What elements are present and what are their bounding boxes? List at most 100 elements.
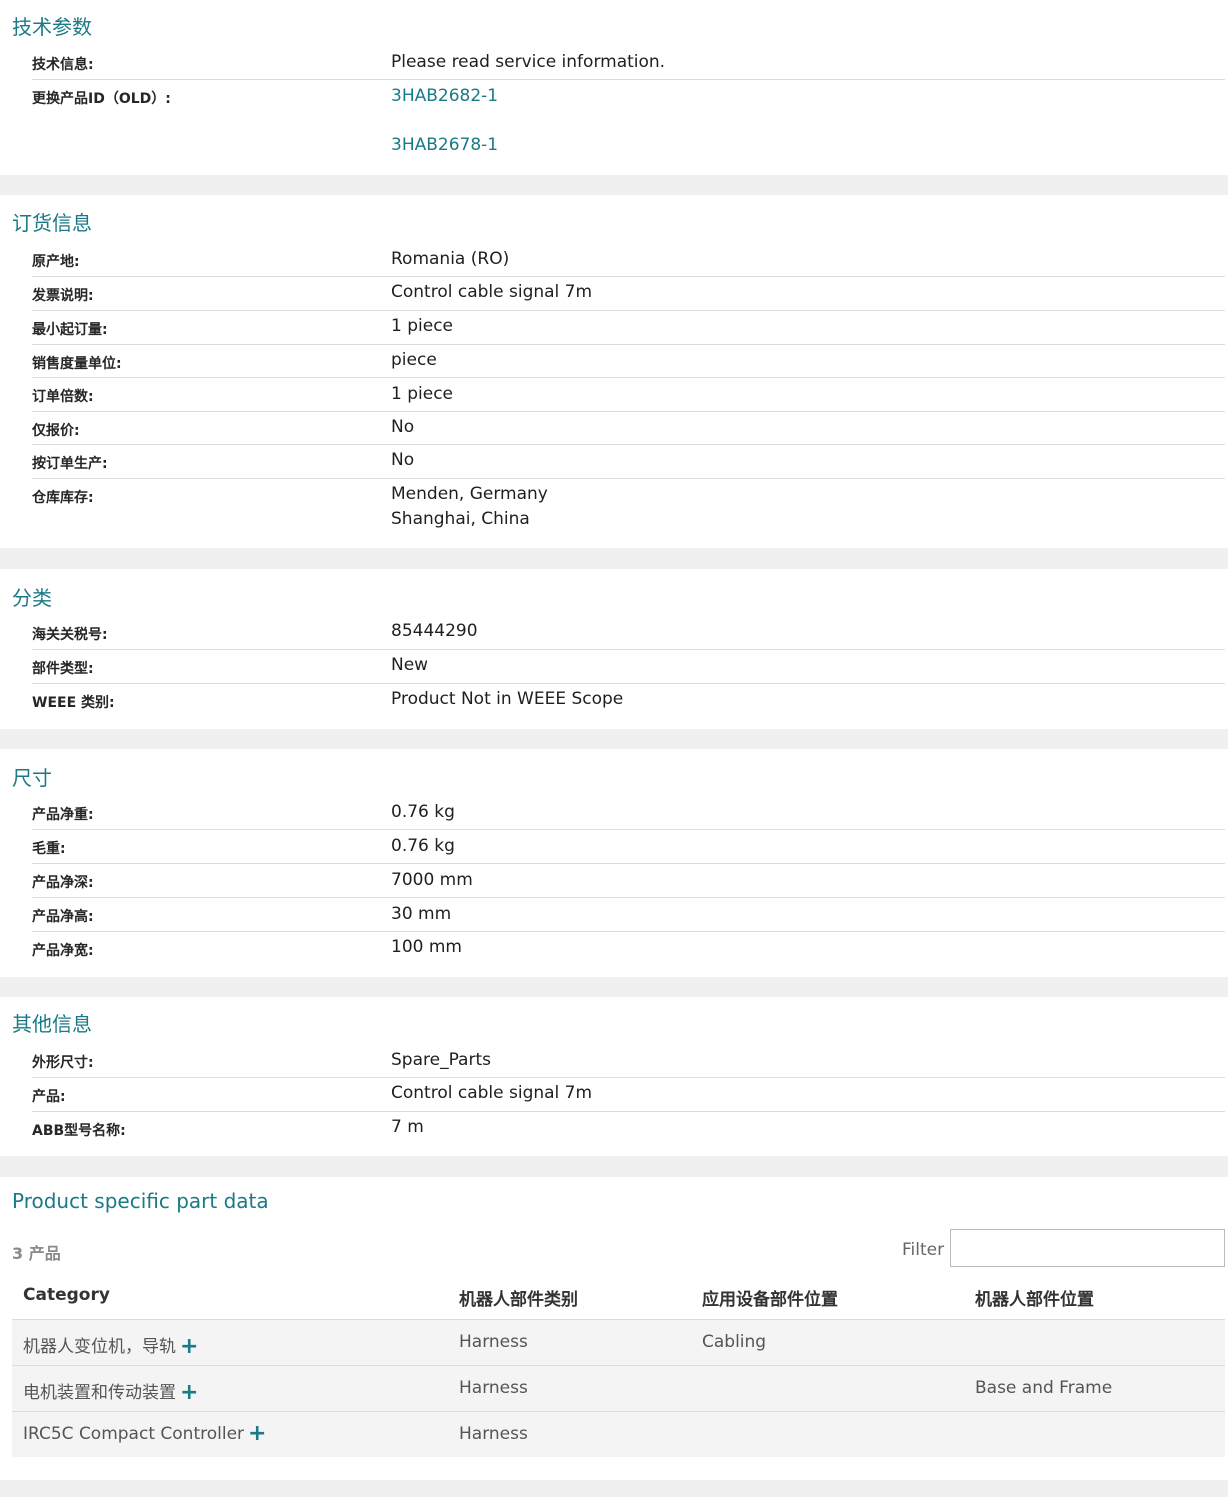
replacement-product-link[interactable]: 3HAB2678-1 (391, 133, 498, 157)
spec-row: 最小起订量: 1 piece (32, 311, 1225, 345)
spec-row: 仓库库存: Menden, Germany Shanghai, China (32, 479, 1225, 539)
category-text: 电机装置和传动装置 (23, 1383, 176, 1403)
spec-row: ABB型号名称: 7 m (32, 1112, 1225, 1146)
category-cell: 电机装置和传动装置 + (23, 1378, 198, 1404)
spec-label: 外形尺寸: (32, 1055, 94, 1071)
section-title: Product specific part data (12, 1189, 269, 1213)
filter-label: Filter (902, 1240, 945, 1260)
table-cell: Harness (459, 1378, 528, 1398)
spec-value: No (391, 450, 415, 470)
spec-row: 发票说明: Control cable signal 7m (32, 277, 1225, 311)
column-header-robot-part-category[interactable]: 机器人部件类别 (459, 1285, 578, 1310)
tech-section: 技术参数 技术信息: Please read service informati… (0, 0, 1228, 175)
spec-row: 海关关税号: 85444290 (32, 616, 1225, 650)
spec-value: Control cable signal 7m (391, 282, 593, 302)
spec-label: 部件类型: (32, 661, 94, 677)
spec-row: 技术信息: Please read service information. (32, 46, 1225, 80)
spec-row: 产品净重: 0.76 kg (32, 796, 1225, 830)
table-row: 电机装置和传动装置 + Harness Base and Frame (12, 1365, 1225, 1411)
spec-label: 仅报价: (32, 423, 80, 439)
spec-label: 产品净重: (32, 807, 94, 823)
spec-value: Control cable signal 7m (391, 1083, 593, 1103)
spec-value: New (391, 655, 429, 675)
spec-label: 海关关税号: (32, 627, 108, 643)
plus-icon[interactable]: + (248, 1423, 266, 1445)
table-cell: Harness (459, 1424, 528, 1444)
category-text: 机器人变位机，导轨 (23, 1337, 176, 1357)
spec-row: 原产地: Romania (RO) (32, 243, 1225, 277)
spec-label: 产品净深: (32, 875, 94, 891)
plus-icon[interactable]: + (180, 1336, 198, 1358)
spec-value: 100 mm (391, 937, 462, 957)
warehouse-value: Shanghai, China (391, 509, 530, 529)
spec-row: 毛重: 0.76 kg (32, 830, 1225, 864)
spec-row: 产品净深: 7000 mm (32, 864, 1225, 898)
section-title: 分类 (12, 586, 52, 610)
spec-value: No (391, 417, 415, 437)
spec-value: Product Not in WEEE Scope (391, 689, 624, 709)
classification-section: 分类 海关关税号: 85444290 部件类型: New WEEE 类别: Pr… (0, 569, 1228, 729)
spec-value: Please read service information. (391, 52, 666, 72)
section-title: 其他信息 (12, 1012, 92, 1036)
column-header-category[interactable]: Category (23, 1285, 110, 1305)
plus-icon[interactable]: + (180, 1382, 198, 1404)
spec-row: 产品净宽: 100 mm (32, 932, 1225, 966)
replacement-product-link[interactable]: 3HAB2682-1 (391, 84, 498, 108)
spec-label: 产品: (32, 1089, 66, 1105)
spec-label: 订单倍数: (32, 389, 94, 405)
table-cell: Harness (459, 1332, 528, 1352)
spec-label: 仓库库存: (32, 490, 94, 506)
filter-input[interactable] (950, 1229, 1225, 1267)
spec-row: 产品: Control cable signal 7m (32, 1078, 1225, 1112)
category-text: IRC5C Compact Controller (23, 1424, 245, 1444)
product-count: 3 产品 (12, 1244, 61, 1263)
spec-value: 1 piece (391, 384, 453, 404)
section-title: 订货信息 (12, 211, 92, 235)
category-cell: 机器人变位机，导轨 + (23, 1332, 198, 1358)
table-row: IRC5C Compact Controller + Harness (12, 1411, 1225, 1457)
spec-label: 技术信息: (32, 57, 94, 73)
table-header: Category 机器人部件类别 应用设备部件位置 机器人部件位置 (12, 1273, 1225, 1321)
spec-label: 最小起订量: (32, 322, 108, 338)
spec-value: 0.76 kg (391, 802, 455, 822)
warehouse-value: Menden, Germany (391, 484, 548, 504)
spec-label: WEEE 类别: (32, 695, 115, 711)
table-cell: Base and Frame (975, 1378, 1113, 1398)
spec-value: 0.76 kg (391, 836, 455, 856)
spec-row: WEEE 类别: Product Not in WEEE Scope (32, 684, 1225, 718)
spec-value: 85444290 (391, 621, 478, 641)
spec-label: 发票说明: (32, 288, 94, 304)
table-row: 机器人变位机，导轨 + Harness Cabling (12, 1319, 1225, 1365)
spec-value: 7000 mm (391, 870, 473, 890)
spec-label: 毛重: (32, 841, 66, 857)
other-info-section: 其他信息 外形尺寸: Spare_Parts 产品: Control cable… (0, 997, 1228, 1156)
column-header-robot-part-location[interactable]: 机器人部件位置 (975, 1285, 1094, 1310)
spec-row: 销售度量单位: piece (32, 345, 1225, 378)
spec-label: 原产地: (32, 254, 80, 270)
category-cell: IRC5C Compact Controller + (23, 1423, 266, 1445)
spec-row: 仅报价: No (32, 412, 1225, 445)
spec-value: Spare_Parts (391, 1050, 491, 1070)
spec-label: 产品净高: (32, 909, 94, 925)
section-title: 尺寸 (12, 766, 52, 790)
parts-table: Category 机器人部件类别 应用设备部件位置 机器人部件位置 机器人变位机… (12, 1273, 1225, 1463)
spec-label: ABB型号名称: (32, 1123, 126, 1139)
spec-value: 30 mm (391, 904, 452, 924)
spec-label: 产品净宽: (32, 943, 94, 959)
spec-value: 1 piece (391, 316, 453, 336)
spec-value: Romania (RO) (391, 249, 510, 269)
column-header-application-part-location[interactable]: 应用设备部件位置 (702, 1285, 838, 1310)
spec-row: 部件类型: New (32, 650, 1225, 684)
product-specific-section: Product specific part data 3 产品 Filter C… (0, 1177, 1228, 1480)
spec-row: 外形尺寸: Spare_Parts (32, 1044, 1225, 1078)
spec-row: 更换产品ID（OLD）: 3HAB2682-1 3HAB2678-1 (32, 80, 1225, 170)
dimensions-section: 尺寸 产品净重: 0.76 kg 毛重: 0.76 kg 产品净深: 7000 … (0, 749, 1228, 977)
spec-value: piece (391, 350, 437, 370)
spec-label: 按订单生产: (32, 456, 108, 472)
spec-row: 按订单生产: No (32, 445, 1225, 479)
spec-value: 7 m (391, 1117, 424, 1137)
section-title: 技术参数 (12, 15, 92, 39)
table-cell: Cabling (702, 1332, 767, 1352)
spec-label: 销售度量单位: (32, 356, 122, 372)
spec-row: 产品净高: 30 mm (32, 898, 1225, 932)
